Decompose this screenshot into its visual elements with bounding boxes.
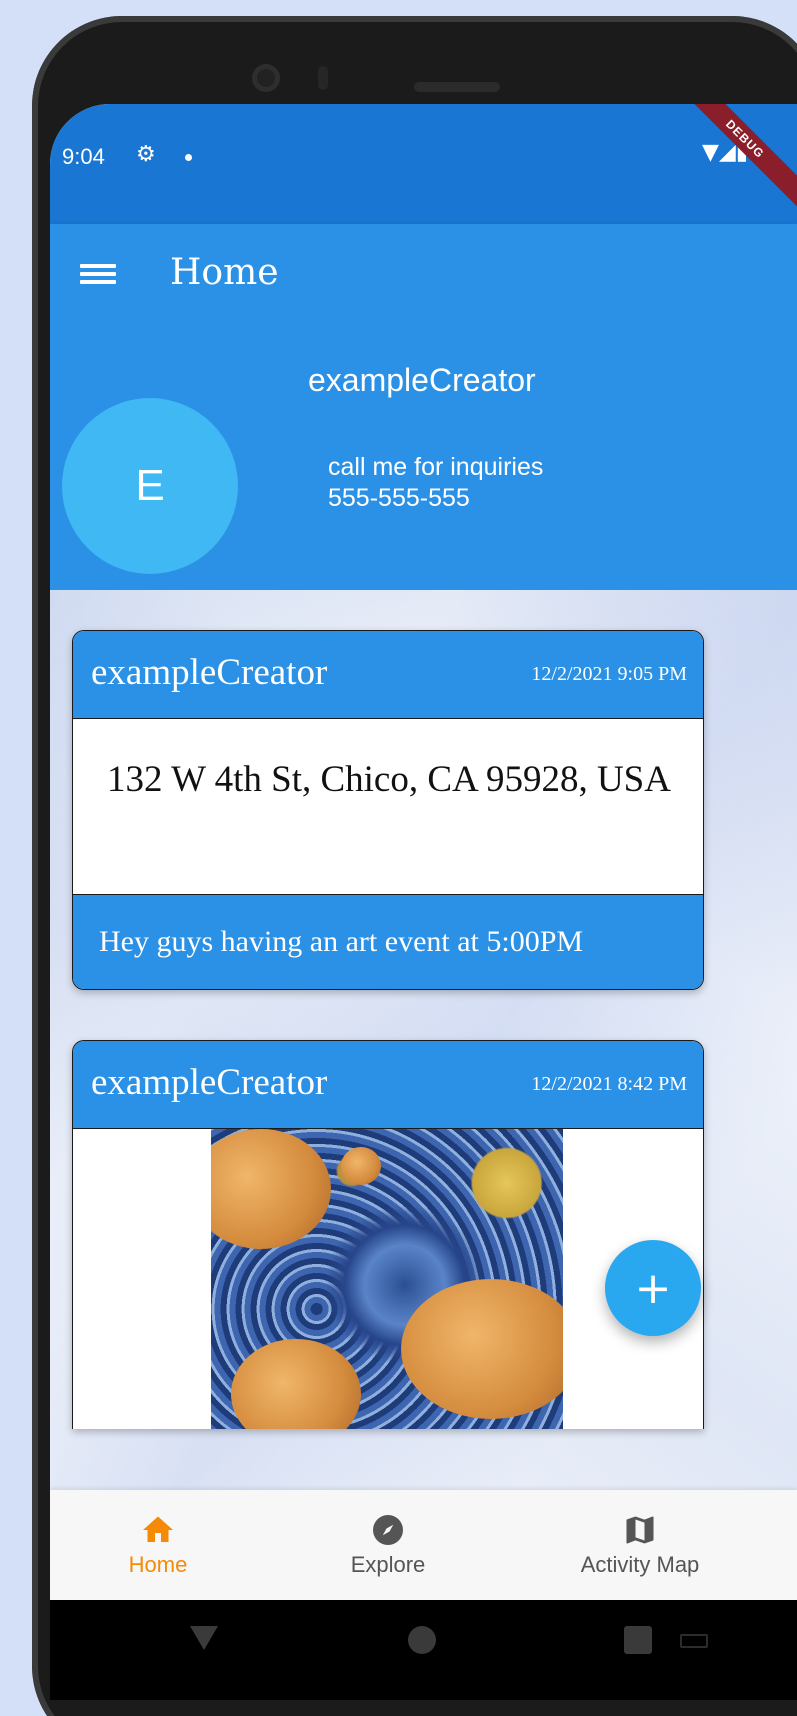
nav-label: Activity Map	[580, 1552, 700, 1577]
status-bar: 9:04 ⚙ ▼◢▮ DEBUG	[50, 104, 797, 224]
post-address[interactable]: 132 W 4th St, Chico, CA 95928, USA	[73, 719, 703, 895]
proximity-sensor	[318, 66, 328, 90]
avatar[interactable]: E	[62, 398, 238, 574]
page-title: Home	[170, 252, 279, 293]
cat-figure	[211, 1129, 331, 1249]
nav-item-activity-map[interactable]: Activity Map	[560, 1490, 720, 1600]
post-image[interactable]	[211, 1129, 563, 1429]
earpiece-speaker	[414, 82, 500, 92]
status-time: 9:04	[62, 144, 105, 169]
post-header: exampleCreator 12/2/2021 9:05 PM	[73, 631, 703, 719]
post-header: exampleCreator 12/2/2021 8:42 PM	[73, 1041, 703, 1129]
front-camera	[252, 64, 280, 92]
home-button-icon[interactable]	[408, 1626, 436, 1654]
cat-figure	[231, 1339, 361, 1429]
system-navigation-bar	[50, 1600, 797, 1700]
hamburger-menu-icon[interactable]	[80, 260, 116, 290]
profile-header: Home E exampleCreator call me for inquir…	[50, 224, 797, 590]
post-card[interactable]: exampleCreator 12/2/2021 9:05 PM 132 W 4…	[72, 630, 704, 990]
keyboard-icon[interactable]	[680, 1634, 708, 1648]
notification-dot-icon	[185, 154, 192, 161]
post-message: Hey guys having an art event at 5:00PM	[73, 895, 703, 989]
nav-label: Home	[128, 1552, 188, 1577]
back-icon[interactable]	[190, 1626, 218, 1650]
post-card[interactable]: exampleCreator 12/2/2021 8:42 PM	[72, 1040, 704, 1429]
compass-icon	[373, 1515, 403, 1545]
nav-label: Explore	[350, 1552, 426, 1577]
post-feed[interactable]: exampleCreator 12/2/2021 9:05 PM 132 W 4…	[50, 590, 797, 1490]
cat-figure	[401, 1279, 563, 1419]
app-screen: 9:04 ⚙ ▼◢▮ DEBUG Home E exampleCreator c…	[50, 104, 797, 1700]
map-icon	[626, 1516, 654, 1544]
settings-gear-icon: ⚙	[136, 142, 156, 167]
post-author[interactable]: exampleCreator	[91, 1061, 327, 1104]
bottom-navigation: Home Explore Activity Map	[50, 1490, 797, 1600]
post-date: 12/2/2021 9:05 PM	[531, 663, 687, 685]
cat-figure	[341, 1147, 381, 1185]
profile-bio: call me for inquiries 555-555-555	[328, 453, 544, 512]
post-author[interactable]: exampleCreator	[91, 651, 327, 694]
nav-item-home[interactable]: Home	[98, 1490, 218, 1600]
home-icon	[143, 1516, 173, 1542]
profile-username: exampleCreator	[308, 362, 536, 398]
recent-apps-icon[interactable]	[624, 1626, 652, 1654]
add-post-button[interactable]: +	[605, 1240, 701, 1336]
post-date: 12/2/2021 8:42 PM	[531, 1073, 687, 1095]
nav-item-explore[interactable]: Explore	[328, 1490, 448, 1600]
